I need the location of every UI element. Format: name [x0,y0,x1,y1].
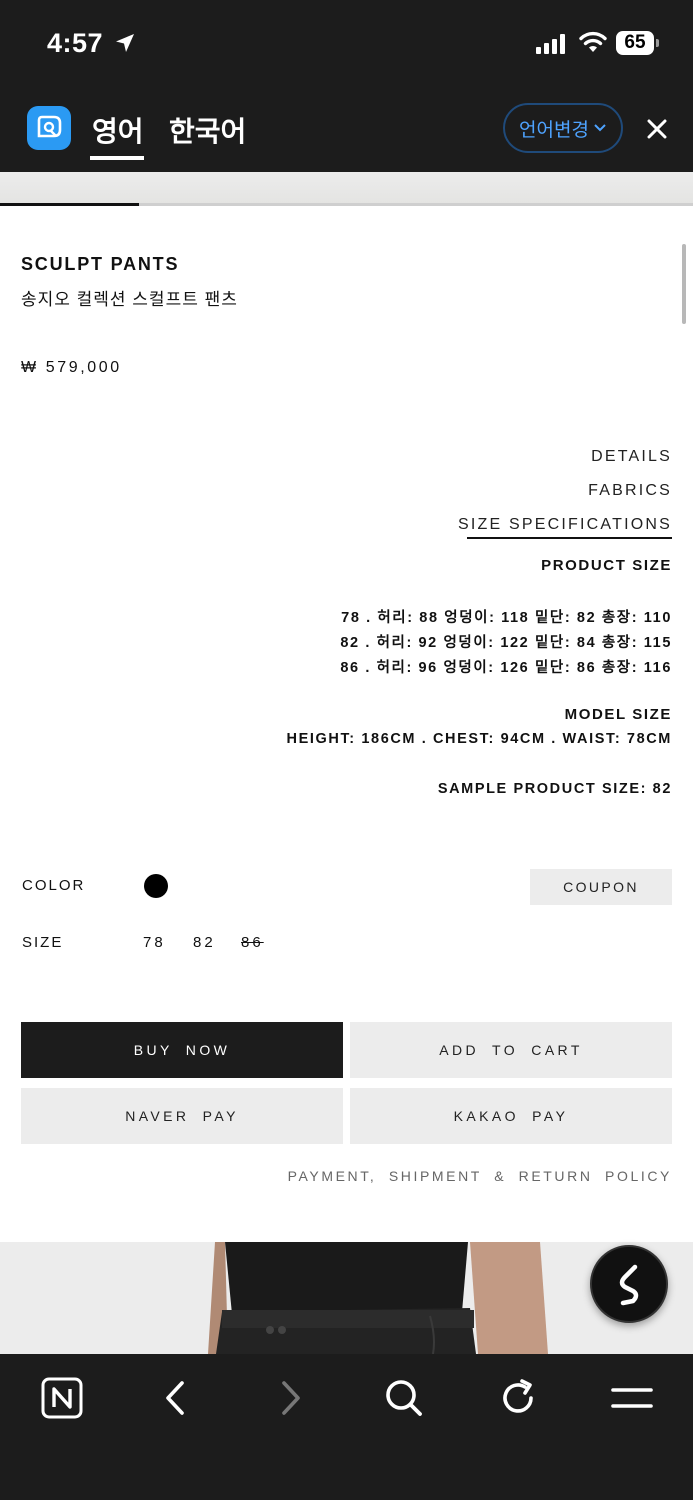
source-language-tab[interactable]: 영어 [92,110,144,150]
translate-bar: 영어 한국어 언어변경 [0,88,693,172]
close-icon[interactable] [645,117,669,141]
size-label: SIZE [22,934,64,951]
cellular-signal-icon [536,34,565,54]
naver-home-icon[interactable] [40,1376,84,1420]
active-language-indicator [90,156,144,160]
color-swatch-black[interactable] [144,874,168,898]
status-time: 4:57 [47,28,104,58]
change-language-label: 언어변경 [519,119,589,141]
size-row: 86 . 허리: 96 엉덩이: 126 밑단: 86 총장: 116 [340,660,672,676]
browser-toolbar [0,1354,693,1500]
forward-icon[interactable] [268,1376,312,1420]
product-name-ko: 송지오 컬렉션 스컬프트 팬츠 [21,290,238,309]
size-option-78[interactable]: 78 [143,934,166,951]
wifi-icon [579,31,607,52]
battery-icon: 65 [616,31,660,55]
gallery-progress-fill [0,203,139,206]
papago-logo-icon[interactable] [27,106,71,150]
size-specifications-underline [467,537,672,539]
size-specifications-tab[interactable]: SIZE SPECIFICATIONS [458,516,672,534]
change-language-button[interactable]: 언어변경 [503,103,623,153]
naver-pay-button[interactable]: NAVER PAY [21,1088,343,1144]
refresh-icon[interactable] [496,1376,540,1420]
color-label: COLOR [22,877,86,894]
model-size-values: HEIGHT: 186CM . CHEST: 94CM . WAIST: 78C… [286,731,672,747]
battery-level: 65 [624,32,646,53]
size-row: 82 . 허리: 92 엉덩이: 122 밑단: 84 총장: 115 [340,635,672,651]
chat-button[interactable] [590,1245,668,1323]
back-icon[interactable] [154,1376,198,1420]
add-to-cart-button[interactable]: ADD TO CART [350,1022,672,1078]
menu-icon[interactable] [610,1376,654,1420]
size-row: 78 . 허리: 88 엉덩이: 118 밑단: 82 총장: 110 [341,610,672,626]
fabrics-tab[interactable]: FABRICS [588,482,672,500]
product-size-heading: PRODUCT SIZE [541,557,672,574]
sample-product-size: SAMPLE PRODUCT SIZE: 82 [437,781,672,797]
target-language-tab[interactable]: 한국어 [169,110,246,150]
size-option-82[interactable]: 82 [193,934,216,951]
coupon-button[interactable]: COUPON [530,869,672,905]
location-arrow-icon [116,34,134,52]
status-bar: 4:57 65 [0,0,693,88]
scrollbar[interactable] [682,244,686,324]
buy-now-button[interactable]: BUY NOW [21,1022,343,1078]
chat-s-icon [619,1264,639,1306]
size-option-86-sold-out: 86 [241,934,264,951]
model-size-heading: MODEL SIZE [564,706,672,723]
policy-link[interactable]: PAYMENT, SHIPMENT & RETURN POLICY [288,1168,672,1184]
chevron-down-icon [594,124,606,132]
product-price: ₩ 579,000 [21,359,122,376]
kakao-pay-button[interactable]: KAKAO PAY [350,1088,672,1144]
gallery-progress-bar [0,203,693,206]
search-icon[interactable] [382,1376,426,1420]
details-tab[interactable]: DETAILS [591,448,672,466]
product-image-gallery[interactable] [0,172,693,204]
product-name-en: SCULPT PANTS [21,254,180,274]
product-photo [0,1242,693,1354]
